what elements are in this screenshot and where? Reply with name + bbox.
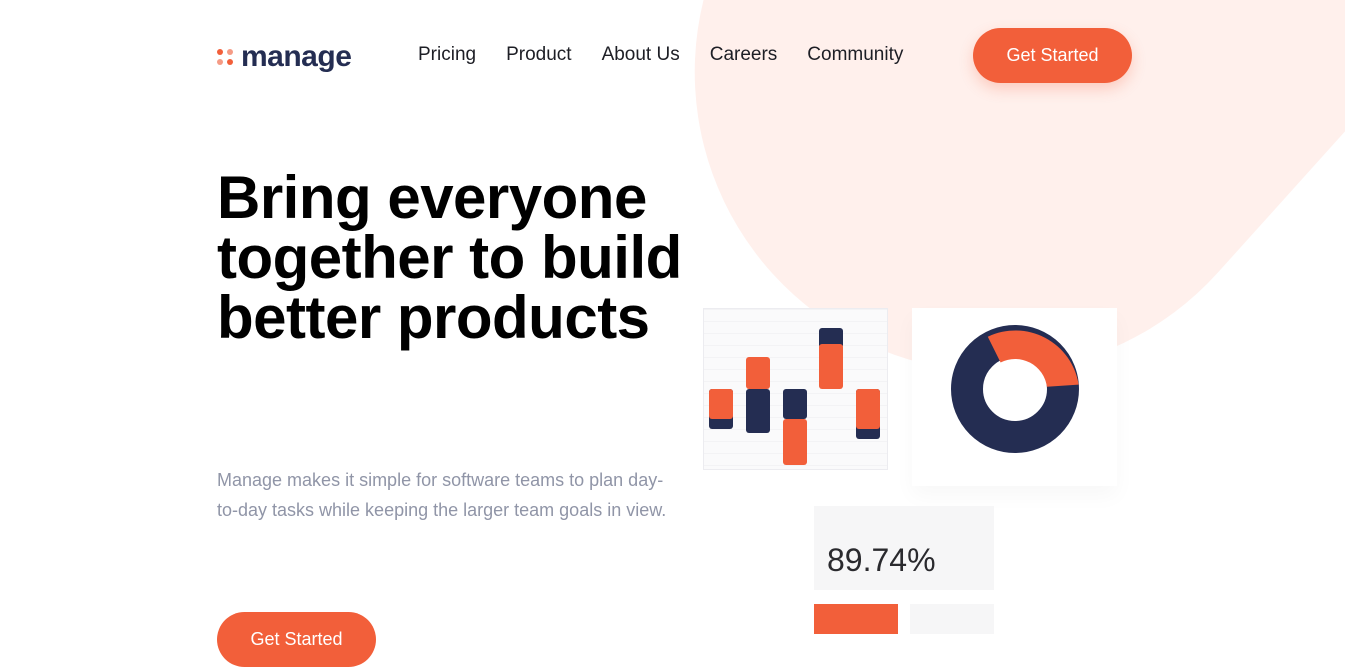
logo[interactable]: manage xyxy=(217,40,352,74)
bar-2-orange xyxy=(746,357,770,389)
bar-5-orange xyxy=(856,389,880,429)
logo-dots-icon xyxy=(217,49,233,65)
bar-3-orange xyxy=(783,419,807,465)
stat-card: 89.74% xyxy=(814,506,994,590)
donut-chart xyxy=(951,325,1079,453)
hero-description: Manage makes it simple for software team… xyxy=(217,470,667,520)
bar-1-orange xyxy=(709,389,733,419)
site-header: manage Pricing Product About Us Careers … xyxy=(0,0,1345,110)
main-nav: Pricing Product About Us Careers Communi… xyxy=(418,44,933,66)
grey-tile xyxy=(910,604,994,634)
logo-text: manage xyxy=(241,40,352,73)
nav-item-about-us[interactable]: About Us xyxy=(602,44,680,66)
nav-item-careers[interactable]: Careers xyxy=(710,44,778,66)
bar-4-orange xyxy=(819,344,843,389)
bar-2-navy xyxy=(746,389,770,433)
bar-chart-card xyxy=(703,308,888,470)
stat-percent: 89.74% xyxy=(827,542,936,578)
donut-chart-card xyxy=(912,308,1117,486)
get-started-button-header[interactable]: Get Started xyxy=(973,28,1132,83)
bar-3-navy xyxy=(783,389,807,419)
nav-item-community[interactable]: Community xyxy=(807,44,903,66)
nav-item-product[interactable]: Product xyxy=(506,44,571,66)
donut-segment-orange xyxy=(987,330,1079,387)
hero-title: Bring everyone together to build better … xyxy=(217,164,682,351)
orange-tile xyxy=(814,604,898,634)
get-started-button-hero[interactable]: Get Started xyxy=(217,612,376,667)
nav-item-pricing[interactable]: Pricing xyxy=(418,44,476,66)
